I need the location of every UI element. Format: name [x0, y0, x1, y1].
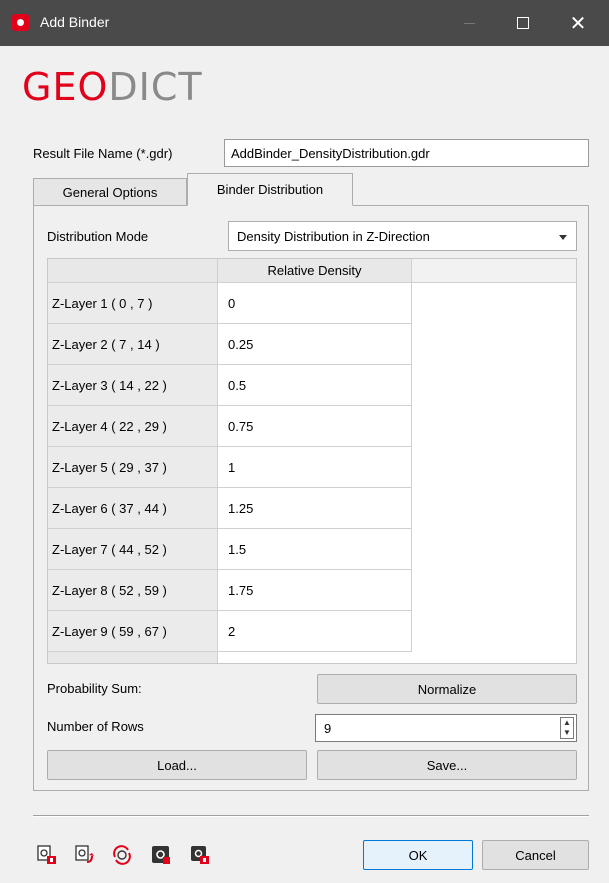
row-header[interactable]: Z-Layer 9 ( 59 , 67 ): [48, 611, 218, 652]
minimize-button[interactable]: [446, 0, 492, 46]
table-row: Z-Layer 5 ( 29 , 37 ) 1: [48, 447, 412, 488]
app-icon: [12, 14, 29, 31]
table-footer: [48, 652, 218, 663]
number-of-rows-label: Number of Rows: [47, 719, 144, 734]
table-row: Z-Layer 7 ( 44 , 52 ) 1.5: [48, 529, 412, 570]
table-row: Z-Layer 6 ( 37 , 44 ) 1.25: [48, 488, 412, 529]
row-header[interactable]: Z-Layer 4 ( 22 , 29 ): [48, 406, 218, 447]
load-button[interactable]: Load...: [47, 750, 307, 780]
spin-arrows-icon[interactable]: ▲ ▼: [560, 717, 574, 739]
maximize-button[interactable]: [500, 0, 546, 46]
density-cell[interactable]: 1.5: [218, 529, 412, 570]
settings-lock-icon[interactable]: [190, 845, 210, 865]
density-cell[interactable]: 1.75: [218, 570, 412, 611]
probability-sum-label: Probability Sum:: [47, 681, 142, 696]
result-file-label: Result File Name (*.gdr): [33, 146, 173, 161]
row-header[interactable]: Z-Layer 1 ( 0 , 7 ): [48, 283, 218, 324]
tab-binder-distribution[interactable]: Binder Distribution: [187, 173, 353, 206]
save-button[interactable]: Save...: [317, 750, 577, 780]
row-header[interactable]: Z-Layer 3 ( 14 , 22 ): [48, 365, 218, 406]
cancel-button[interactable]: Cancel: [482, 840, 589, 870]
geodict-logo: GEODICT: [22, 65, 203, 109]
tab-general-options[interactable]: General Options: [33, 178, 187, 206]
title-bar: Add Binder ✕: [0, 0, 609, 46]
table-row: Z-Layer 2 ( 7 , 14 ) 0.25: [48, 324, 412, 365]
density-cell[interactable]: 1: [218, 447, 412, 488]
settings-icon[interactable]: [151, 845, 171, 865]
window-title: Add Binder: [40, 14, 110, 30]
number-of-rows-value: 9: [324, 720, 332, 736]
density-table: Relative Density Z-Layer 1 ( 0 , 7 ) 0 Z-…: [47, 258, 577, 664]
density-cell[interactable]: 0.25: [218, 324, 412, 365]
distribution-mode-select[interactable]: Density Distribution in Z-Direction: [228, 221, 577, 251]
refresh-macro-icon[interactable]: [112, 845, 132, 865]
load-macro-icon[interactable]: [37, 845, 57, 865]
table-row: Z-Layer 4 ( 22 , 29 ) 0.75: [48, 406, 412, 447]
number-of-rows-spinbox[interactable]: 9 ▲ ▼: [315, 714, 577, 742]
chevron-down-icon: [559, 235, 567, 240]
row-header[interactable]: Z-Layer 2 ( 7 , 14 ): [48, 324, 218, 365]
distribution-mode-label: Distribution Mode: [47, 229, 149, 244]
row-header[interactable]: Z-Layer 6 ( 37 , 44 ): [48, 488, 218, 529]
density-cell[interactable]: 1.25: [218, 488, 412, 529]
density-cell[interactable]: 2: [218, 611, 412, 652]
row-header[interactable]: Z-Layer 7 ( 44 , 52 ): [48, 529, 218, 570]
divider: [33, 815, 589, 817]
save-macro-icon[interactable]: [75, 845, 95, 865]
density-cell[interactable]: 0: [218, 283, 412, 324]
table-row: Z-Layer 1 ( 0 , 7 ) 0: [48, 283, 412, 324]
table-row: Z-Layer 9 ( 59 , 67 ) 2: [48, 611, 412, 652]
column-header-relative-density[interactable]: Relative Density: [218, 259, 412, 283]
row-header[interactable]: Z-Layer 8 ( 52 , 59 ): [48, 570, 218, 611]
distribution-mode-value: Density Distribution in Z-Direction: [237, 228, 430, 244]
header-filler: [412, 259, 576, 283]
result-file-input[interactable]: AddBinder_DensityDistribution.gdr: [224, 139, 589, 167]
row-header[interactable]: Z-Layer 5 ( 29 , 37 ): [48, 447, 218, 488]
normalize-button[interactable]: Normalize: [317, 674, 577, 704]
table-row: Z-Layer 8 ( 52 , 59 ) 1.75: [48, 570, 412, 611]
table-row: Z-Layer 3 ( 14 , 22 ) 0.5: [48, 365, 412, 406]
table-corner: [48, 259, 218, 283]
ok-button[interactable]: OK: [363, 840, 473, 870]
density-cell[interactable]: 0.75: [218, 406, 412, 447]
density-cell[interactable]: 0.5: [218, 365, 412, 406]
close-button[interactable]: ✕: [555, 0, 601, 46]
